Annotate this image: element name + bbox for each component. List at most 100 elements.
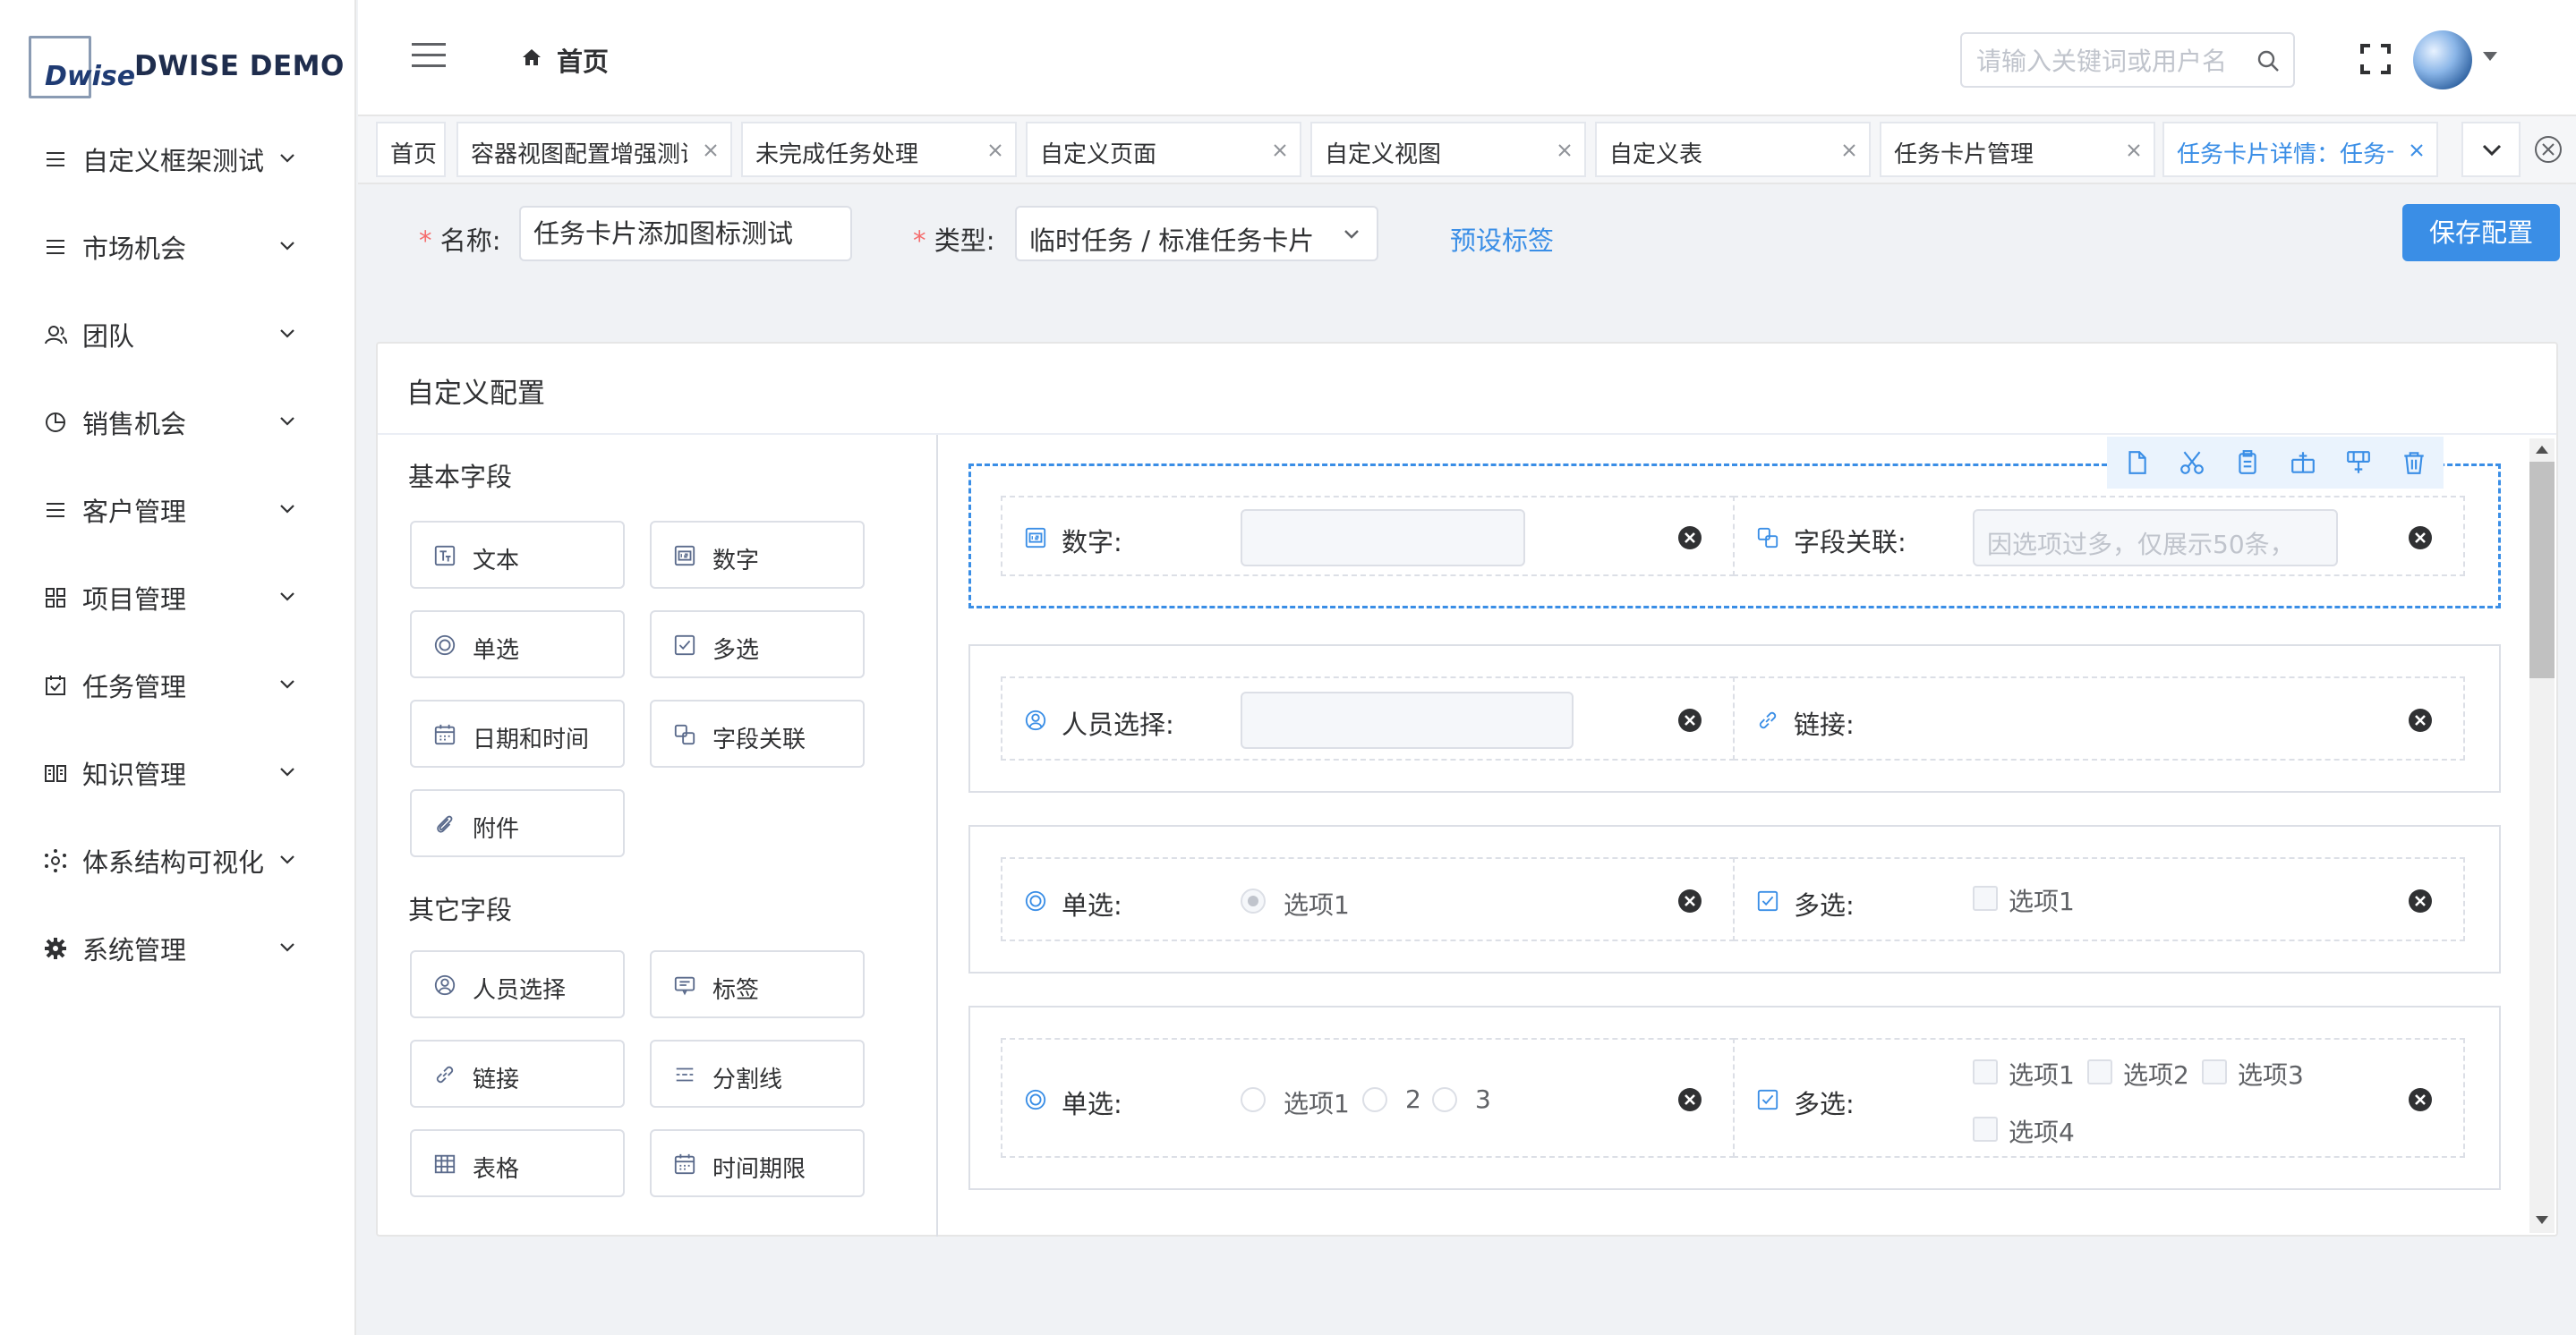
tab-close-icon[interactable] bbox=[1271, 141, 1289, 159]
close-all-tabs-icon[interactable] bbox=[2533, 134, 2563, 165]
search-input[interactable] bbox=[1976, 45, 2245, 77]
field-button-link[interactable]: 链接 bbox=[410, 1040, 625, 1108]
sidebar-item-2[interactable]: 市场机会 bbox=[0, 202, 354, 290]
preset-tags-link[interactable]: 预设标签 bbox=[1450, 220, 1554, 258]
copy-icon[interactable] bbox=[2123, 449, 2150, 476]
home-icon bbox=[521, 47, 542, 68]
tab-close-icon[interactable] bbox=[702, 141, 720, 159]
scroll-down-icon[interactable] bbox=[2533, 1213, 2551, 1228]
tab-close-icon[interactable] bbox=[1840, 141, 1858, 159]
save-config-button[interactable]: 保存配置 bbox=[2402, 204, 2560, 261]
field-preview-input[interactable] bbox=[1241, 692, 1574, 749]
insert-row-above-icon[interactable] bbox=[2345, 449, 2372, 476]
sidebar-item-4[interactable]: 销售机会 bbox=[0, 378, 354, 465]
delete-icon[interactable] bbox=[2401, 449, 2427, 476]
form-field-cell[interactable]: 字段关联: 因选项过多，仅展示50条， bbox=[1733, 496, 2465, 576]
avatar[interactable] bbox=[2413, 30, 2472, 89]
sidebar-item-1[interactable]: 自定义框架测试 bbox=[0, 115, 354, 202]
fullscreen-icon[interactable] bbox=[2359, 43, 2392, 75]
search-icon[interactable] bbox=[2256, 48, 2281, 73]
tab-5[interactable]: 自定义视图 bbox=[1310, 122, 1586, 177]
tab-close-icon[interactable] bbox=[986, 141, 1004, 159]
form-field-cell[interactable]: 单选: 选项1 bbox=[1001, 857, 1735, 941]
radio-option[interactable] bbox=[1432, 1087, 1457, 1112]
sidebar-item-8[interactable]: 知识管理 bbox=[0, 728, 354, 816]
paste-icon[interactable] bbox=[2234, 449, 2261, 476]
name-input[interactable]: 任务卡片添加图标测试 bbox=[519, 206, 852, 261]
scroll-up-icon[interactable] bbox=[2533, 442, 2551, 456]
field-button-radio[interactable]: 单选 bbox=[410, 610, 625, 678]
sidebar-item-6[interactable]: 项目管理 bbox=[0, 553, 354, 641]
field-button-table[interactable]: 表格 bbox=[410, 1129, 625, 1197]
caret-down-icon[interactable] bbox=[2481, 50, 2499, 63]
form-field-cell[interactable]: 多选: 选项1 bbox=[1733, 857, 2465, 941]
remove-field-icon[interactable] bbox=[1677, 525, 1702, 550]
gear-icon bbox=[43, 936, 68, 961]
field-label: 人员选择: bbox=[1062, 710, 1174, 740]
chevron-down-icon bbox=[277, 587, 297, 607]
form-field-cell[interactable]: 数字: bbox=[1001, 496, 1735, 576]
field-button-user-circle[interactable]: 人员选择 bbox=[410, 950, 625, 1018]
tab-4[interactable]: 自定义页面 bbox=[1026, 122, 1301, 177]
checkbox-option-label: 选项4 bbox=[2009, 1118, 2075, 1147]
insert-row-below-icon[interactable] bbox=[2290, 449, 2316, 476]
remove-field-icon[interactable] bbox=[1677, 1087, 1702, 1112]
sidebar-item-10[interactable]: 系统管理 bbox=[0, 904, 354, 991]
remove-field-icon[interactable] bbox=[2408, 525, 2433, 550]
field-button-text-field[interactable]: 文本 bbox=[410, 521, 625, 589]
tab-close-icon[interactable] bbox=[1556, 141, 1574, 159]
sidebar-item-7[interactable]: 任务管理 bbox=[0, 641, 354, 728]
link-icon bbox=[1756, 709, 1779, 732]
field-button-divider[interactable]: 分割线 bbox=[650, 1040, 865, 1108]
remove-field-icon[interactable] bbox=[2408, 889, 2433, 914]
remove-field-icon[interactable] bbox=[1677, 889, 1702, 914]
form-field-cell[interactable]: 多选: 选项1 选项2 选项3 选项4 bbox=[1733, 1038, 2465, 1158]
field-button-calendar[interactable]: 时间期限 bbox=[650, 1129, 865, 1197]
tab-2[interactable]: 容器视图配置增强测试 bbox=[456, 122, 732, 177]
search-box[interactable] bbox=[1960, 32, 2295, 88]
sidebar-item-3[interactable]: 团队 bbox=[0, 290, 354, 378]
field-button-paperclip[interactable]: 附件 bbox=[410, 789, 625, 857]
tab-7[interactable]: 任务卡片管理 bbox=[1880, 122, 2155, 177]
field-preview-input[interactable]: 因选项过多，仅展示50条， bbox=[1973, 509, 2338, 566]
checkbox-icon bbox=[1756, 1088, 1779, 1111]
sidebar-item-9[interactable]: 体系结构可视化 bbox=[0, 816, 354, 904]
divider-icon bbox=[673, 1063, 696, 1086]
checkbox-option[interactable] bbox=[2202, 1059, 2227, 1084]
radio-option[interactable] bbox=[1241, 1087, 1266, 1112]
type-select[interactable]: 临时任务 / 标准任务卡片 bbox=[1015, 206, 1378, 261]
form-field-cell[interactable]: 单选: 选项1 2 3 bbox=[1001, 1038, 1735, 1158]
checkbox-option[interactable] bbox=[1973, 886, 1998, 911]
hamburger-menu-icon[interactable] bbox=[410, 39, 448, 72]
sidebar-item-5[interactable]: 客户管理 bbox=[0, 465, 354, 553]
field-button-relation[interactable]: 字段关联 bbox=[650, 700, 865, 768]
scrollbar-thumb[interactable] bbox=[2529, 462, 2555, 678]
logo-text: Dwise bbox=[45, 61, 136, 92]
checkbox-option[interactable] bbox=[1973, 1117, 1998, 1142]
tab-close-icon[interactable] bbox=[2125, 141, 2143, 159]
field-button-tag[interactable]: 标签 bbox=[650, 950, 865, 1018]
tabs-more-button[interactable] bbox=[2461, 122, 2521, 177]
tab-8[interactable]: 任务卡片详情：任务卡 bbox=[2162, 122, 2438, 177]
field-preview-input[interactable] bbox=[1241, 509, 1525, 566]
tab-3[interactable]: 未完成任务处理 bbox=[741, 122, 1017, 177]
form-field-cell[interactable]: 人员选择: bbox=[1001, 676, 1735, 761]
field-button-calendar[interactable]: 日期和时间 bbox=[410, 700, 625, 768]
cut-icon[interactable] bbox=[2179, 449, 2205, 476]
field-button-checkbox[interactable]: 多选 bbox=[650, 610, 865, 678]
checkbox-option[interactable] bbox=[1973, 1059, 1998, 1084]
checkbox-option-label: 选项1 bbox=[2009, 1060, 2075, 1090]
radio-option[interactable] bbox=[1362, 1087, 1387, 1112]
tab-close-icon[interactable] bbox=[2408, 141, 2426, 159]
relation-icon bbox=[1756, 526, 1779, 549]
form-field-cell[interactable]: 链接: bbox=[1733, 676, 2465, 761]
remove-field-icon[interactable] bbox=[2408, 708, 2433, 733]
remove-field-icon[interactable] bbox=[2408, 1087, 2433, 1112]
tab-6[interactable]: 自定义表 bbox=[1595, 122, 1871, 177]
checkbox-option[interactable] bbox=[2087, 1059, 2112, 1084]
tab-1[interactable]: 首页 bbox=[376, 122, 446, 177]
radio-option[interactable] bbox=[1241, 889, 1266, 914]
remove-field-icon[interactable] bbox=[1677, 708, 1702, 733]
field-button-number-field[interactable]: 数字 bbox=[650, 521, 865, 589]
breadcrumb-home[interactable]: 首页 bbox=[557, 41, 609, 79]
